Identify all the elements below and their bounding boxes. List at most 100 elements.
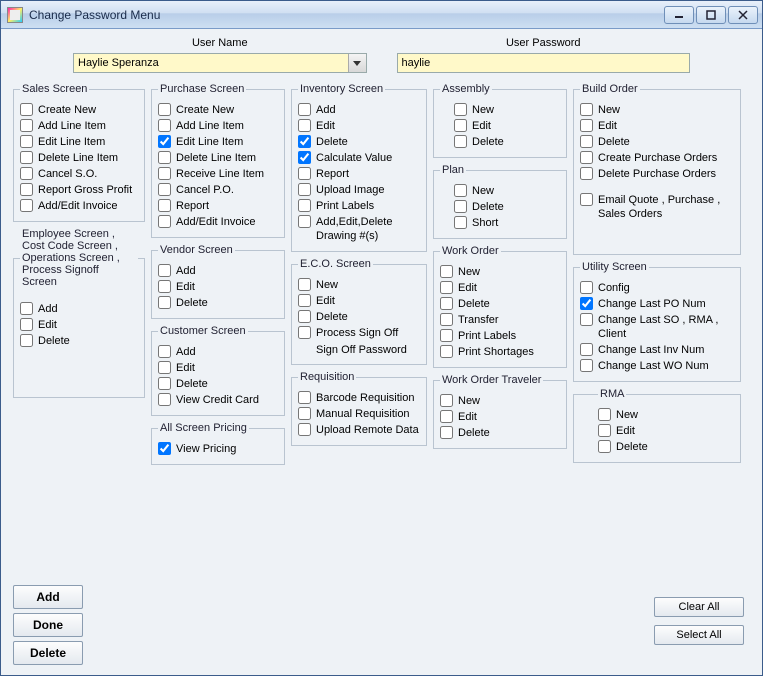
employee-edit-checkbox[interactable]: Edit: [20, 318, 138, 332]
checkbox-input[interactable]: [298, 326, 311, 339]
sales-add-edit-invoice-checkbox[interactable]: Add/Edit Invoice: [20, 199, 138, 213]
rma-new-checkbox[interactable]: New: [598, 408, 734, 422]
build-edit-checkbox[interactable]: Edit: [580, 119, 734, 133]
customer-delete-checkbox[interactable]: Delete: [158, 377, 278, 391]
close-button[interactable]: [728, 6, 758, 24]
checkbox-input[interactable]: [454, 216, 467, 229]
workorder-new-checkbox[interactable]: New: [440, 265, 560, 279]
inventory-add-edit-delete-drawing-s-checkbox[interactable]: Add,Edit,Delete Drawing #(s): [298, 215, 420, 243]
workorder-delete-checkbox[interactable]: Delete: [440, 297, 560, 311]
checkbox-input[interactable]: [580, 193, 593, 206]
checkbox-input[interactable]: [158, 151, 171, 164]
checkbox-input[interactable]: [440, 281, 453, 294]
checkbox-input[interactable]: [440, 426, 453, 439]
checkbox-input[interactable]: [20, 167, 33, 180]
checkbox-input[interactable]: [440, 313, 453, 326]
checkbox-input[interactable]: [598, 424, 611, 437]
password-input[interactable]: [397, 53, 691, 73]
purchase-delete-line-item-checkbox[interactable]: Delete Line Item: [158, 151, 278, 165]
checkbox-input[interactable]: [440, 297, 453, 310]
checkbox-input[interactable]: [298, 391, 311, 404]
checkbox-input[interactable]: [454, 200, 467, 213]
clear-all-button[interactable]: Clear All: [654, 597, 744, 617]
checkbox-input[interactable]: [298, 423, 311, 436]
rma-delete-checkbox[interactable]: Delete: [598, 440, 734, 454]
checkbox-input[interactable]: [298, 310, 311, 323]
checkbox-input[interactable]: [580, 151, 593, 164]
checkbox-input[interactable]: [158, 345, 171, 358]
checkbox-input[interactable]: [298, 151, 311, 164]
inventory-edit-checkbox[interactable]: Edit: [298, 119, 420, 133]
assembly-delete-checkbox[interactable]: Delete: [454, 135, 560, 149]
pricing-view-pricing-checkbox[interactable]: View Pricing: [158, 442, 278, 456]
plan-new-checkbox[interactable]: New: [454, 184, 560, 198]
vendor-delete-checkbox[interactable]: Delete: [158, 296, 278, 310]
checkbox-input[interactable]: [298, 407, 311, 420]
inventory-report-checkbox[interactable]: Report: [298, 167, 420, 181]
checkbox-input[interactable]: [580, 313, 593, 326]
checkbox-input[interactable]: [580, 297, 593, 310]
eco-delete-checkbox[interactable]: Delete: [298, 310, 420, 324]
checkbox-input[interactable]: [454, 135, 467, 148]
workorder-print-labels-checkbox[interactable]: Print Labels: [440, 329, 560, 343]
purchase-receive-line-item-checkbox[interactable]: Receive Line Item: [158, 167, 278, 181]
purchase-add-line-item-checkbox[interactable]: Add Line Item: [158, 119, 278, 133]
checkbox-input[interactable]: [440, 345, 453, 358]
done-button[interactable]: Done: [13, 613, 83, 637]
checkbox-input[interactable]: [158, 183, 171, 196]
requisition-manual-requisition-checkbox[interactable]: Manual Requisition: [298, 407, 420, 421]
customer-view-credit-card-checkbox[interactable]: View Credit Card: [158, 393, 278, 407]
checkbox-input[interactable]: [298, 294, 311, 307]
traveler-edit-checkbox[interactable]: Edit: [440, 410, 560, 424]
vendor-add-checkbox[interactable]: Add: [158, 264, 278, 278]
purchase-add-edit-invoice-checkbox[interactable]: Add/Edit Invoice: [158, 215, 278, 229]
checkbox-input[interactable]: [580, 119, 593, 132]
checkbox-input[interactable]: [440, 329, 453, 342]
checkbox-input[interactable]: [158, 264, 171, 277]
assembly-edit-checkbox[interactable]: Edit: [454, 119, 560, 133]
minimize-button[interactable]: [664, 6, 694, 24]
inventory-upload-image-checkbox[interactable]: Upload Image: [298, 183, 420, 197]
purchase-create-new-checkbox[interactable]: Create New: [158, 103, 278, 117]
sales-create-new-checkbox[interactable]: Create New: [20, 103, 138, 117]
checkbox-input[interactable]: [580, 135, 593, 148]
customer-add-checkbox[interactable]: Add: [158, 345, 278, 359]
delete-button[interactable]: Delete: [13, 641, 83, 665]
utility-change-last-wo-num-checkbox[interactable]: Change Last WO Num: [580, 359, 734, 373]
utility-change-last-so-rma-client-checkbox[interactable]: Change Last SO , RMA , Client: [580, 313, 734, 341]
checkbox-input[interactable]: [580, 167, 593, 180]
checkbox-input[interactable]: [598, 440, 611, 453]
traveler-new-checkbox[interactable]: New: [440, 394, 560, 408]
purchase-edit-line-item-checkbox[interactable]: Edit Line Item: [158, 135, 278, 149]
checkbox-input[interactable]: [20, 103, 33, 116]
maximize-button[interactable]: [696, 6, 726, 24]
checkbox-input[interactable]: [454, 103, 467, 116]
username-input[interactable]: [74, 54, 348, 72]
username-dropdown-button[interactable]: [348, 54, 366, 72]
checkbox-input[interactable]: [440, 410, 453, 423]
checkbox-input[interactable]: [20, 183, 33, 196]
sales-add-line-item-checkbox[interactable]: Add Line Item: [20, 119, 138, 133]
checkbox-input[interactable]: [158, 393, 171, 406]
requisition-upload-remote-data-checkbox[interactable]: Upload Remote Data: [298, 423, 420, 437]
checkbox-input[interactable]: [20, 302, 33, 315]
sales-report-gross-profit-checkbox[interactable]: Report Gross Profit: [20, 183, 138, 197]
sales-cancel-s-o-checkbox[interactable]: Cancel S.O.: [20, 167, 138, 181]
checkbox-input[interactable]: [158, 167, 171, 180]
workorder-transfer-checkbox[interactable]: Transfer: [440, 313, 560, 327]
checkbox-input[interactable]: [454, 184, 467, 197]
checkbox-input[interactable]: [20, 119, 33, 132]
eco-new-checkbox[interactable]: New: [298, 278, 420, 292]
workorder-edit-checkbox[interactable]: Edit: [440, 281, 560, 295]
eco-process-sign-off-checkbox[interactable]: Process Sign Off: [298, 326, 420, 340]
build-email-quote-purchase-sales-orders-checkbox[interactable]: Email Quote , Purchase , Sales Orders: [580, 193, 734, 221]
build-create-purchase-orders-checkbox[interactable]: Create Purchase Orders: [580, 151, 734, 165]
checkbox-input[interactable]: [580, 343, 593, 356]
employee-delete-checkbox[interactable]: Delete: [20, 334, 138, 348]
checkbox-input[interactable]: [158, 442, 171, 455]
checkbox-input[interactable]: [598, 408, 611, 421]
checkbox-input[interactable]: [20, 199, 33, 212]
checkbox-input[interactable]: [454, 119, 467, 132]
checkbox-input[interactable]: [580, 281, 593, 294]
sales-edit-line-item-checkbox[interactable]: Edit Line Item: [20, 135, 138, 149]
